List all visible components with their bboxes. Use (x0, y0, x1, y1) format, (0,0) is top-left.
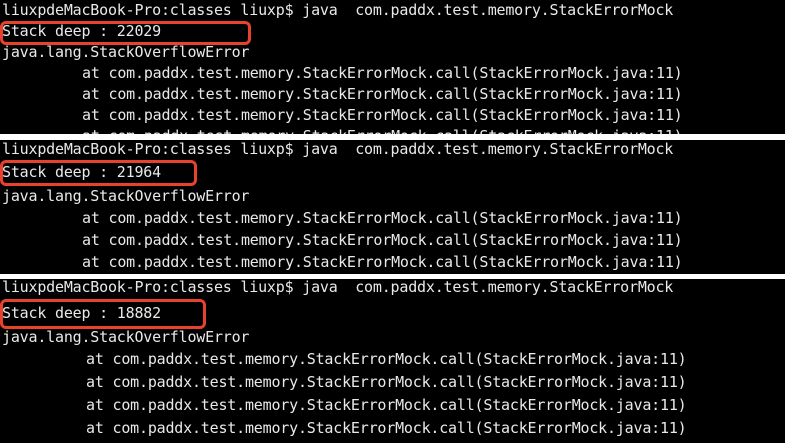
command-prompt-line: liuxpdeMacBook-Pro:classes liuxp$ java c… (2, 1, 674, 19)
terminal-panel-3: liuxpdeMacBook-Pro:classes liuxp$ java c… (0, 279, 785, 443)
error-line: java.lang.StackOverflowError (2, 187, 250, 205)
stack-trace-line: at com.paddx.test.memory.StackErrorMock.… (82, 85, 683, 103)
stack-trace-line-clipped: at com.paddx.test.memory.StackErrorMock.… (0, 126, 785, 134)
stack-trace-line: at com.paddx.test.memory.StackErrorMock.… (82, 106, 683, 124)
error-line: java.lang.StackOverflowError (2, 43, 250, 61)
command-prompt-line: liuxpdeMacBook-Pro:classes liuxp$ java c… (2, 279, 674, 296)
error-line: java.lang.StackOverflowError (2, 328, 250, 346)
stack-trace-line: at com.paddx.test.memory.StackErrorMock.… (86, 350, 687, 368)
stack-trace-line: at com.paddx.test.memory.StackErrorMock.… (86, 419, 687, 437)
stack-trace-line: at com.paddx.test.memory.StackErrorMock.… (86, 396, 687, 414)
stack-deep-output: Stack deep : 21964 (2, 163, 161, 181)
stack-deep-output: Stack deep : 18882 (2, 304, 161, 322)
stack-trace-line: at com.paddx.test.memory.StackErrorMock.… (82, 231, 683, 249)
stack-trace-line: at com.paddx.test.memory.StackErrorMock.… (82, 209, 683, 227)
stack-trace-line: at com.paddx.test.memory.StackErrorMock.… (86, 373, 687, 391)
stack-trace-line: at com.paddx.test.memory.StackErrorMock.… (82, 253, 683, 271)
stack-deep-output: Stack deep : 22029 (2, 22, 161, 40)
terminal-panel-1: liuxpdeMacBook-Pro:classes liuxp$ java c… (0, 0, 785, 134)
command-prompt-line: liuxpdeMacBook-Pro:classes liuxp$ java c… (2, 140, 674, 158)
stack-trace-line: at com.paddx.test.memory.StackErrorMock.… (82, 64, 683, 82)
terminal-panel-2: liuxpdeMacBook-Pro:classes liuxp$ java c… (0, 140, 785, 274)
